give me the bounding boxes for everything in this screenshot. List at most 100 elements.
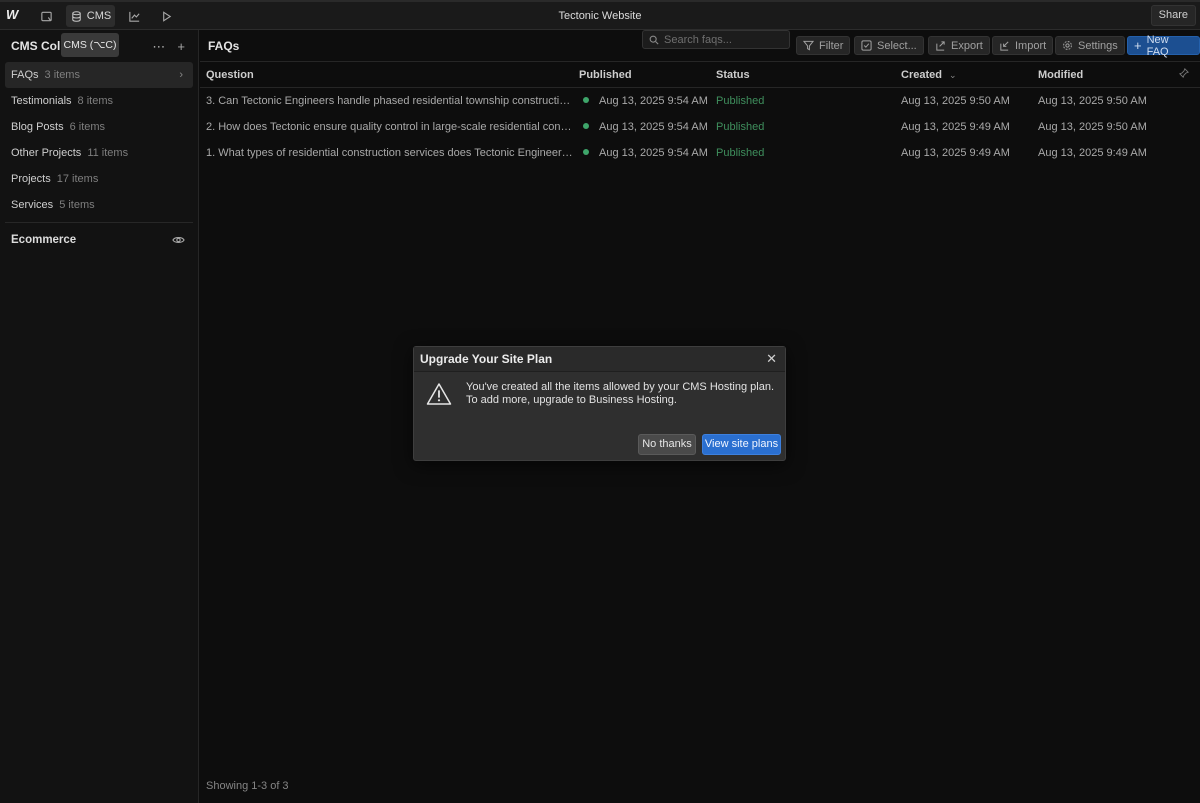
column-header-published[interactable]: Published (579, 62, 632, 89)
sidebar-item-label: Blog Posts (11, 121, 64, 133)
settings-button[interactable]: Settings (1055, 36, 1125, 55)
search-input[interactable] (664, 33, 784, 46)
eye-icon[interactable] (172, 234, 185, 249)
sidebar-item-count: 5 items (59, 199, 95, 211)
cell-question: 1. What types of residential constructio… (206, 147, 576, 159)
column-header-modified[interactable]: Modified (1038, 62, 1083, 89)
published-date: Aug 13, 2025 9:54 AM (599, 147, 708, 159)
sidebar-item-count: 11 items (87, 147, 129, 159)
share-button[interactable]: Share (1150, 5, 1196, 26)
dialog-title: Upgrade Your Site Plan (420, 352, 553, 366)
sidebar-item-blog-posts[interactable]: Blog Posts 6 items (5, 114, 193, 140)
sidebar-divider (5, 222, 193, 223)
cell-modified: Aug 13, 2025 9:49 AM (1038, 147, 1147, 159)
collection-list: FAQs 3 items › Testimonials 8 items Blog… (5, 62, 193, 218)
page-title: FAQs (208, 39, 240, 53)
new-faq-button[interactable]: + New FAQ (1127, 33, 1200, 58)
cell-question: 2. How does Tectonic ensure quality cont… (206, 121, 576, 133)
pages-icon[interactable] (36, 5, 56, 27)
close-icon[interactable]: ✕ (766, 351, 777, 367)
cell-created: Aug 13, 2025 9:49 AM (901, 121, 1010, 133)
sidebar-item-label: Other Projects (11, 147, 82, 159)
dialog-message: You've created all the items allowed by … (466, 381, 775, 406)
filter-label: Filter (819, 39, 844, 52)
cell-question: 3. Can Tectonic Engineers handle phased … (206, 95, 576, 107)
sidebar: CMS Colle ⋯ + FAQs 3 items › Testimonial… (0, 30, 199, 803)
preview-play-icon[interactable] (156, 5, 176, 27)
import-icon (1000, 41, 1009, 51)
cell-published: Aug 13, 2025 9:54 AM (583, 88, 713, 114)
sidebar-item-projects[interactable]: Projects 17 items (5, 166, 193, 192)
top-bar: W CMS Tectonic Website Share (0, 0, 1200, 30)
sidebar-item-faqs[interactable]: FAQs 3 items › (5, 62, 193, 88)
table-header: Question Published Status Created ⌄ Modi… (200, 61, 1200, 88)
select-label: Select... (877, 39, 917, 52)
warning-icon (426, 383, 452, 405)
no-thanks-button[interactable]: No thanks (638, 434, 696, 455)
chevron-right-icon: › (179, 69, 183, 81)
published-dot-icon (583, 97, 589, 103)
search-icon (649, 35, 659, 45)
dialog-header: Upgrade Your Site Plan ✕ (414, 347, 785, 372)
cell-created: Aug 13, 2025 9:50 AM (901, 95, 1010, 107)
cms-tab-button[interactable]: CMS (66, 5, 115, 27)
sidebar-item-count: 6 items (69, 121, 106, 133)
cms-tooltip: CMS (⌥C) (61, 33, 119, 57)
sidebar-item-testimonials[interactable]: Testimonials 8 items (5, 88, 193, 114)
table-row[interactable]: 2. How does Tectonic ensure quality cont… (200, 114, 1200, 140)
cell-modified: Aug 13, 2025 9:50 AM (1038, 95, 1147, 107)
cms-tab-label: CMS (86, 10, 112, 22)
column-header-created[interactable]: Created ⌄ (901, 62, 957, 89)
search-box[interactable] (642, 30, 790, 49)
published-date: Aug 13, 2025 9:54 AM (599, 95, 708, 107)
export-button[interactable]: Export (928, 36, 990, 55)
sidebar-item-services[interactable]: Services 5 items (5, 192, 193, 218)
database-icon (72, 10, 81, 22)
webflow-logo-icon[interactable]: W (6, 8, 22, 21)
cell-status: Published (716, 121, 765, 133)
analytics-icon[interactable] (124, 5, 144, 27)
export-icon (936, 41, 945, 51)
cell-status: Published (716, 147, 765, 159)
sidebar-item-count: 8 items (77, 95, 113, 107)
sidebar-item-count: 17 items (56, 173, 99, 185)
column-header-created-label: Created (901, 69, 942, 81)
published-date: Aug 13, 2025 9:54 AM (599, 121, 708, 133)
cell-created: Aug 13, 2025 9:49 AM (901, 147, 1010, 159)
sidebar-item-label: Projects (11, 173, 51, 185)
sidebar-item-label: FAQs (11, 69, 39, 81)
sidebar-item-other-projects[interactable]: Other Projects 11 items (5, 140, 193, 166)
ecommerce-heading[interactable]: Ecommerce (11, 234, 76, 246)
pin-icon[interactable] (1179, 62, 1189, 89)
settings-label: Settings (1078, 39, 1118, 52)
published-dot-icon (583, 149, 589, 155)
add-collection-icon[interactable]: + (177, 39, 185, 55)
column-header-question[interactable]: Question (206, 62, 254, 89)
cell-modified: Aug 13, 2025 9:50 AM (1038, 121, 1147, 133)
plus-icon: + (1134, 38, 1142, 53)
checkbox-icon (861, 40, 872, 51)
column-header-status[interactable]: Status (716, 62, 750, 89)
filter-button[interactable]: Filter (796, 36, 851, 55)
sidebar-item-label: Services (11, 199, 54, 211)
cell-published: Aug 13, 2025 9:54 AM (583, 140, 713, 166)
site-title: Tectonic Website (558, 10, 642, 22)
filter-icon (803, 40, 814, 51)
pagination-summary: Showing 1-3 of 3 (206, 780, 289, 792)
gear-icon (1063, 41, 1072, 50)
sort-chevron-down-icon: ⌄ (949, 70, 957, 80)
export-label: Export (951, 39, 983, 52)
view-site-plans-button[interactable]: View site plans (702, 434, 781, 455)
table-row[interactable]: 1. What types of residential constructio… (200, 140, 1200, 166)
cell-published: Aug 13, 2025 9:54 AM (583, 114, 713, 140)
import-label: Import (1015, 39, 1047, 52)
import-button[interactable]: Import (992, 36, 1054, 55)
upgrade-plan-dialog: Upgrade Your Site Plan ✕ You've created … (413, 346, 786, 461)
table-row[interactable]: 3. Can Tectonic Engineers handle phased … (200, 88, 1200, 114)
sidebar-item-count: 3 items (44, 69, 80, 81)
select-button[interactable]: Select... (854, 36, 924, 55)
cell-status: Published (716, 95, 765, 107)
published-dot-icon (583, 123, 589, 129)
new-faq-label: New FAQ (1146, 33, 1169, 58)
more-options-icon[interactable]: ⋯ (152, 39, 165, 55)
